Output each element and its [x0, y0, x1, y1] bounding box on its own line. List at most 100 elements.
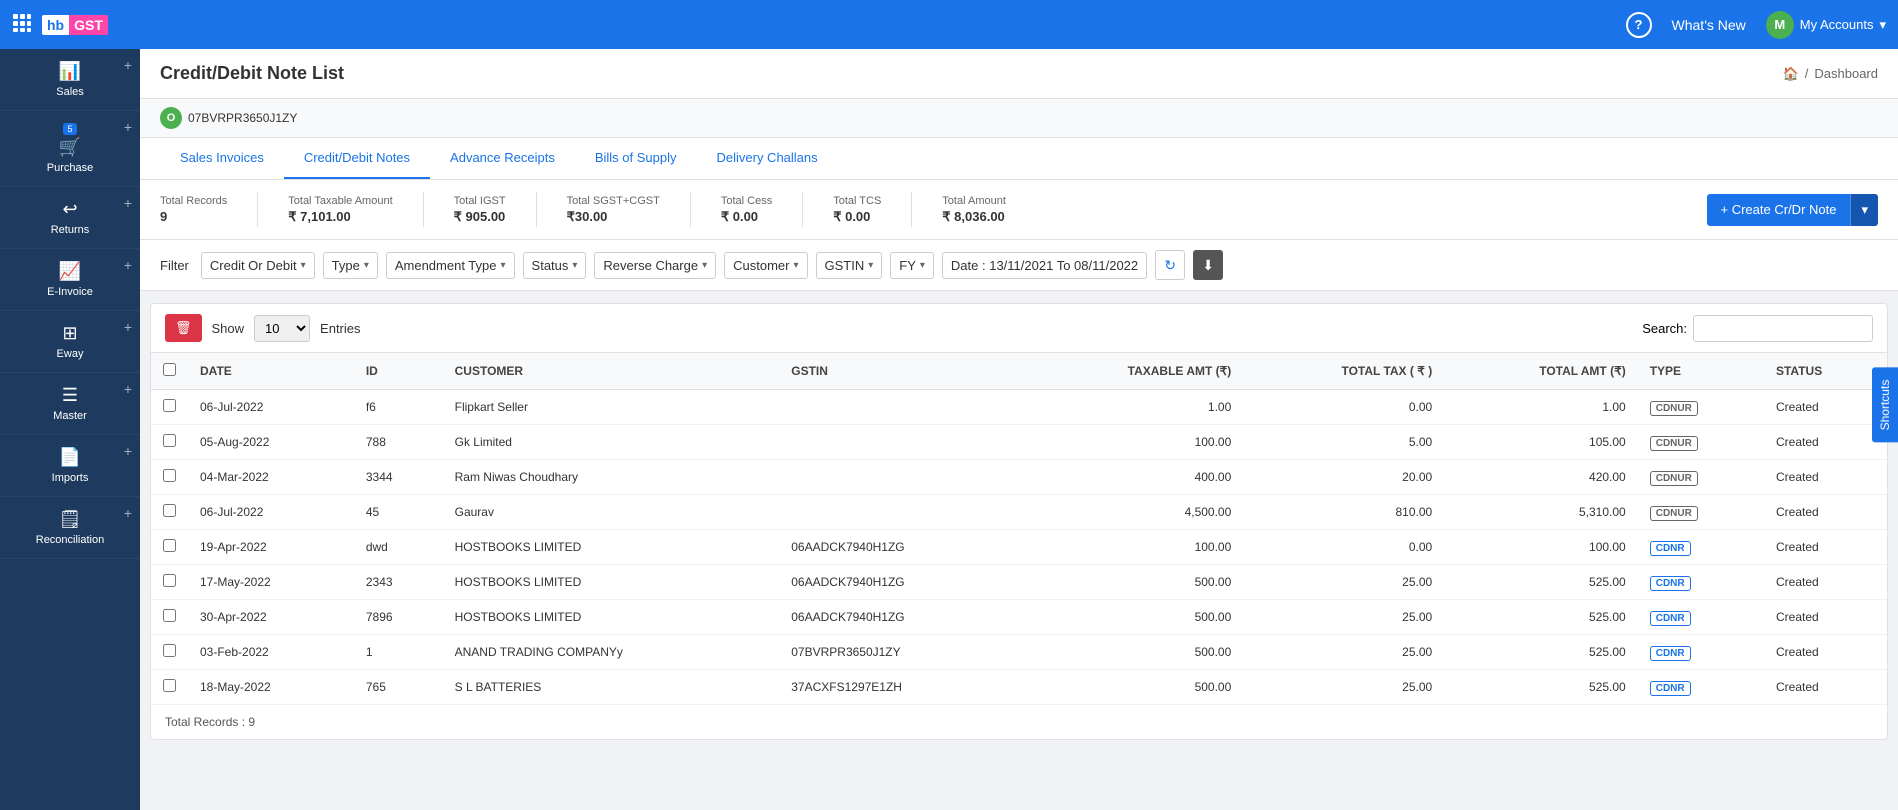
row-customer: Gaurav — [443, 495, 780, 530]
row-type: CDNUR — [1638, 425, 1764, 460]
sidebar-item-einvoice[interactable]: 📈 E-Invoice + — [0, 249, 140, 311]
row-checkbox[interactable] — [163, 679, 176, 692]
delete-button[interactable]: 🗑 — [165, 314, 202, 342]
tab-bills-of-supply[interactable]: Bills of Supply — [575, 138, 697, 179]
table-row[interactable]: 06-Jul-2022 f6 Flipkart Seller 1.00 0.00… — [151, 390, 1887, 425]
type-badge: CDNUR — [1650, 436, 1698, 451]
purchase-icon: 🛒 — [59, 137, 81, 158]
row-checkbox-cell[interactable] — [151, 670, 188, 705]
col-total-amt: TOTAL AMT (₹) — [1444, 353, 1638, 390]
plus-icon[interactable]: + — [124, 195, 132, 211]
row-checkbox[interactable] — [163, 399, 176, 412]
sidebar-item-master[interactable]: ☰ Master + — [0, 373, 140, 435]
row-checkbox[interactable] — [163, 609, 176, 622]
table-row[interactable]: 06-Jul-2022 45 Gaurav 4,500.00 810.00 5,… — [151, 495, 1887, 530]
table-header-row: DATE ID CUSTOMER GSTIN TAXABLE AMT (₹) T… — [151, 353, 1887, 390]
row-checkbox-cell[interactable] — [151, 600, 188, 635]
row-total-tax: 25.00 — [1243, 670, 1444, 705]
table-row[interactable]: 30-Apr-2022 7896 HOSTBOOKS LIMITED 06AAD… — [151, 600, 1887, 635]
filter-credit-or-debit[interactable]: Credit Or Debit ▾ — [201, 252, 315, 279]
plus-icon[interactable]: + — [124, 57, 132, 73]
sidebar-item-eway[interactable]: ⊞ Eway + — [0, 311, 140, 373]
table-row[interactable]: 18-May-2022 765 S L BATTERIES 37ACXFS129… — [151, 670, 1887, 705]
divider — [423, 192, 424, 227]
filter-fy[interactable]: FY ▾ — [890, 252, 934, 279]
sidebar: 📊 Sales + 5 🛒 Purchase + ↩ Returns + 📈 E… — [0, 49, 140, 810]
row-checkbox-cell[interactable] — [151, 495, 188, 530]
row-checkbox-cell[interactable] — [151, 530, 188, 565]
row-checkbox-cell[interactable] — [151, 565, 188, 600]
page-header: Credit/Debit Note List 🏠 / Dashboard — [140, 49, 1898, 99]
select-all-checkbox[interactable] — [163, 363, 176, 376]
row-status: Created — [1764, 390, 1887, 425]
filter-amendment-type[interactable]: Amendment Type ▾ — [386, 252, 515, 279]
col-gstin: GSTIN — [779, 353, 1020, 390]
plus-icon[interactable]: + — [124, 505, 132, 521]
table-toolbar: 🗑 Show 10 25 50 100 Entries Search: — [151, 304, 1887, 352]
col-date: DATE — [188, 353, 354, 390]
create-btn-dropdown-arrow[interactable]: ▾ — [1850, 194, 1878, 226]
my-accounts-button[interactable]: M My Accounts ▾ — [1766, 11, 1886, 39]
filter-gstin[interactable]: GSTIN ▾ — [816, 252, 883, 279]
select-all-header[interactable] — [151, 353, 188, 390]
refresh-button[interactable]: ↻ — [1155, 250, 1185, 280]
sidebar-item-sales[interactable]: 📊 Sales + — [0, 49, 140, 111]
reverse-charge-label: Reverse Charge — [603, 258, 698, 273]
plus-icon[interactable]: + — [124, 443, 132, 459]
row-type: CDNR — [1638, 600, 1764, 635]
sidebar-item-reconciliation[interactable]: 🗒 Reconciliation + — [0, 497, 140, 559]
search-input[interactable] — [1693, 315, 1873, 342]
row-type: CDNR — [1638, 530, 1764, 565]
row-total-amt: 525.00 — [1444, 565, 1638, 600]
customer-label: Customer — [733, 258, 789, 273]
row-checkbox[interactable] — [163, 469, 176, 482]
row-checkbox-cell[interactable] — [151, 425, 188, 460]
filter-reverse-charge[interactable]: Reverse Charge ▾ — [594, 252, 716, 279]
create-cr-dr-note-button[interactable]: + Create Cr/Dr Note — [1707, 194, 1851, 226]
entries-select[interactable]: 10 25 50 100 — [254, 315, 310, 342]
tab-credit-debit-notes[interactable]: Credit/Debit Notes — [284, 138, 430, 179]
row-checkbox-cell[interactable] — [151, 635, 188, 670]
plus-icon[interactable]: + — [124, 381, 132, 397]
sidebar-item-purchase[interactable]: 5 🛒 Purchase + — [0, 111, 140, 187]
row-checkbox[interactable] — [163, 434, 176, 447]
tab-advance-receipts[interactable]: Advance Receipts — [430, 138, 575, 179]
filter-date-range[interactable]: Date : 13/11/2021 To 08/11/2022 — [942, 252, 1147, 279]
table-row[interactable]: 19-Apr-2022 dwd HOSTBOOKS LIMITED 06AADC… — [151, 530, 1887, 565]
filter-status[interactable]: Status ▾ — [523, 252, 587, 279]
table-row[interactable]: 04-Mar-2022 3344 Ram Niwas Choudhary 400… — [151, 460, 1887, 495]
dropdown-arrow-icon: ▾ — [572, 260, 577, 271]
home-icon[interactable]: 🏠 — [1783, 66, 1799, 82]
credit-or-debit-label: Credit Or Debit — [210, 258, 297, 273]
help-icon[interactable]: ? — [1626, 12, 1652, 38]
row-checkbox[interactable] — [163, 644, 176, 657]
type-badge: CDNR — [1650, 541, 1691, 556]
filter-customer[interactable]: Customer ▾ — [724, 252, 807, 279]
tab-delivery-challans[interactable]: Delivery Challans — [696, 138, 837, 179]
plus-icon[interactable]: + — [124, 119, 132, 135]
table-row[interactable]: 05-Aug-2022 788 Gk Limited 100.00 5.00 1… — [151, 425, 1887, 460]
shortcuts-tab[interactable]: Shortcuts — [1872, 368, 1898, 443]
row-checkbox-cell[interactable] — [151, 390, 188, 425]
plus-icon[interactable]: + — [124, 319, 132, 335]
table-row[interactable]: 03-Feb-2022 1 ANAND TRADING COMPANYy 07B… — [151, 635, 1887, 670]
table-row[interactable]: 17-May-2022 2343 HOSTBOOKS LIMITED 06AAD… — [151, 565, 1887, 600]
summary-tcs: Total TCS ₹ 0.00 — [833, 195, 881, 225]
tab-sales-invoices[interactable]: Sales Invoices — [160, 138, 284, 179]
row-taxable-amt: 500.00 — [1020, 600, 1243, 635]
row-checkbox[interactable] — [163, 574, 176, 587]
download-button[interactable]: ⬇ — [1193, 250, 1223, 280]
plus-icon[interactable]: + — [124, 257, 132, 273]
sidebar-item-returns[interactable]: ↩ Returns + — [0, 187, 140, 249]
sidebar-item-imports[interactable]: 📄 Imports + — [0, 435, 140, 497]
row-checkbox[interactable] — [163, 504, 176, 517]
account-id: 07BVRPR3650J1ZY — [188, 111, 297, 125]
logo[interactable]: hb GST — [42, 15, 108, 35]
grid-icon[interactable] — [12, 13, 32, 36]
row-type: CDNR — [1638, 635, 1764, 670]
row-checkbox[interactable] — [163, 539, 176, 552]
filter-type[interactable]: Type ▾ — [323, 252, 378, 279]
whats-new-button[interactable]: What's New — [1672, 17, 1746, 33]
row-checkbox-cell[interactable] — [151, 460, 188, 495]
row-id: dwd — [354, 530, 443, 565]
